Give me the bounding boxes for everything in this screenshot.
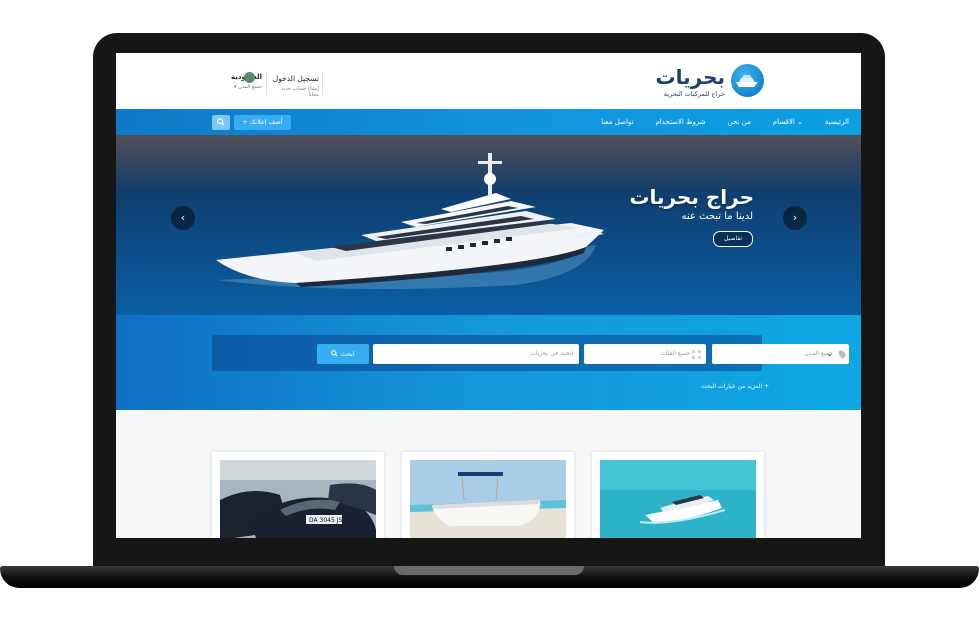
search-icon (217, 118, 225, 126)
site-tagline: حراج للمركبات البحرية (663, 90, 725, 98)
header-divider (322, 71, 323, 95)
svg-text:DA 3045 JS: DA 3045 JS (309, 517, 342, 524)
site-logo[interactable]: بحريات حراج للمركبات البحرية (655, 65, 726, 98)
more-search-options-link[interactable]: + المزيد من خيارات البحث (701, 383, 769, 390)
search-input[interactable]: ابحث في بحريات (373, 344, 579, 364)
flag-icon (244, 72, 255, 83)
nav-items: الرئيسية الاقسام ⌄ من نحن شروط الاستخدام… (601, 109, 849, 135)
hero-prev-arrow[interactable]: ‹ (171, 206, 195, 230)
yacht-at-sea-image (600, 460, 756, 538)
listing-card[interactable]: DA 3045 JS (212, 452, 384, 538)
website-screen: بحريات حراج للمركبات البحرية تسجيل الدخو… (116, 53, 861, 538)
yacht-image (216, 153, 604, 289)
site-name: بحريات (655, 65, 726, 89)
category-select[interactable]: جميع الفئات (584, 344, 706, 364)
site-header: بحريات حراج للمركبات البحرية تسجيل الدخو… (116, 53, 861, 109)
hero-title: حراج بحريات (629, 185, 754, 209)
nav-contact[interactable]: تواصل معنا (601, 118, 633, 126)
category-select-label: جميع الفئات (660, 350, 690, 357)
header-divider (266, 71, 267, 95)
search-bar: جميع المدن ⌄ جميع الفئات ابحث في بحريات … (212, 335, 849, 371)
nav-home[interactable]: الرئيسية (825, 118, 849, 126)
search-button[interactable]: ابحث (317, 344, 369, 364)
city-select[interactable]: جميع المدن ⌄ (712, 344, 849, 364)
login-link[interactable]: تسجيل الدخول (271, 74, 319, 83)
listings-section: DA 3045 JS (116, 410, 861, 538)
laptop-notch (394, 566, 584, 575)
search-input-placeholder: ابحث في بحريات (530, 350, 573, 357)
create-account-link[interactable]: إنشاء حساب جديد مجاناً (271, 86, 319, 98)
jet-ski-image: DA 3045 JS (220, 460, 376, 538)
login-area[interactable]: تسجيل الدخول إنشاء حساب جديد مجاناً (271, 74, 319, 98)
search-button-label: ابحث (340, 350, 355, 358)
search-section: جميع المدن ⌄ جميع الفئات ابحث في بحريات … (116, 315, 861, 410)
listing-card[interactable] (592, 452, 764, 538)
hero-subtitle: لدينا ما تبحث عنه (681, 211, 753, 222)
listing-card[interactable] (402, 452, 574, 538)
hero-details-button[interactable]: تفاصيل (713, 231, 753, 247)
nav-about[interactable]: من نحن (728, 118, 751, 126)
boat-on-beach-image (410, 460, 566, 538)
search-icon (331, 350, 339, 357)
nav-terms[interactable]: شروط الاستخدام (655, 118, 705, 126)
location-pin-icon (837, 349, 847, 359)
nav-categories[interactable]: الاقسام ⌄ (773, 118, 803, 126)
add-ad-button[interactable]: + أضف إعلانك (234, 115, 291, 130)
region-city: جميع المدن ▾ (234, 84, 262, 90)
main-nav: الرئيسية الاقسام ⌄ من نحن شروط الاستخدام… (116, 109, 861, 135)
hero-slider: ‹ › حراج بحريات لدينا ما تبحث عنه تفاصيل (116, 135, 861, 315)
hero-next-arrow[interactable]: › (783, 206, 807, 230)
grid-icon (692, 350, 701, 359)
chevron-down-icon: ⌄ (826, 349, 833, 358)
nav-search-button[interactable] (212, 115, 230, 130)
logo-icon[interactable] (731, 64, 764, 97)
